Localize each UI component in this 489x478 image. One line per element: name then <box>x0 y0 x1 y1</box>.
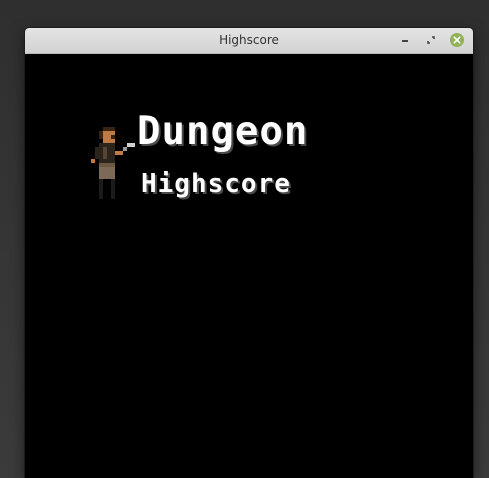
restore-icon <box>427 36 435 44</box>
desktop-background: Highscore Dungeon Highscore <box>0 0 489 478</box>
game-subtitle: Highscore <box>141 169 291 199</box>
adventurer-sprite-icon <box>91 127 135 199</box>
game-screen[interactable]: Dungeon Highscore <box>25 54 473 478</box>
maximize-button[interactable] <box>423 32 439 48</box>
minimize-icon <box>402 40 408 42</box>
game-title: Dungeon <box>137 109 309 154</box>
close-button[interactable] <box>449 32 465 48</box>
window-controls <box>397 32 465 48</box>
window-titlebar[interactable]: Highscore <box>25 28 473 54</box>
app-window: Highscore Dungeon Highscore <box>25 28 473 478</box>
close-icon <box>450 33 464 47</box>
minimize-button[interactable] <box>397 32 413 48</box>
